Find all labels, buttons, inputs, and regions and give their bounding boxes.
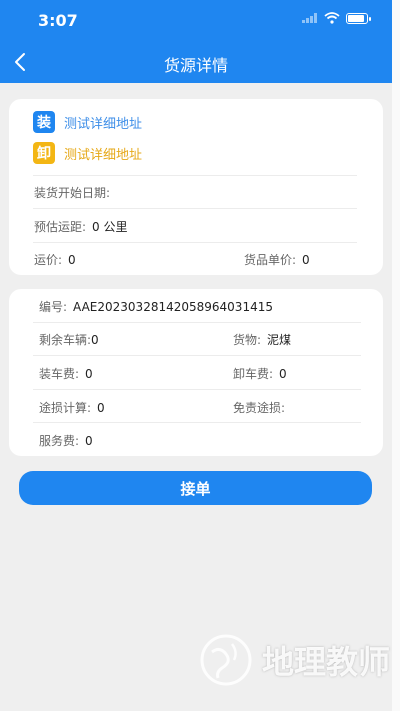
freight-field: 运价: 0 <box>34 251 76 268</box>
code-value: AAE20230328142058964031415 <box>73 300 273 314</box>
globe-logo-icon <box>200 634 252 686</box>
load-date-label: 装货开始日期: <box>34 186 111 200</box>
freight-label: 运价: <box>34 253 63 267</box>
load-address-row: 装 测试详细地址 <box>33 111 142 133</box>
divider <box>33 322 361 323</box>
loss-calc-label: 途损计算: <box>39 401 92 415</box>
goods-value: 泥煤 <box>267 333 292 347</box>
free-loss-label: 免责途损: <box>233 401 286 415</box>
remaining-value: 0 <box>91 333 99 347</box>
unloading-fee-label: 卸车费: <box>233 367 274 381</box>
goods-label: 货物: <box>233 333 262 347</box>
unloading-fee-value: 0 <box>279 367 287 381</box>
load-date-field: 装货开始日期: <box>34 184 116 201</box>
unit-price-field: 货品单价: 0 <box>244 251 310 268</box>
load-badge: 装 <box>33 111 55 133</box>
service-fee-label: 服务费: <box>39 434 80 448</box>
divider <box>33 355 361 356</box>
unit-price-label: 货品单价: <box>244 253 297 267</box>
route-card: 装 测试详细地址 卸 测试详细地址 装货开始日期: 预估运距: 0 公里 运价: 0… <box>9 99 383 275</box>
distance-value: 0 公里 <box>92 220 128 234</box>
service-fee-value: 0 <box>85 434 93 448</box>
battery-icon <box>346 12 371 24</box>
unload-address: 测试详细地址 <box>64 147 143 163</box>
app-header: 3:07 货源详情 <box>0 0 392 83</box>
service-fee-field: 服务费: 0 <box>39 432 93 449</box>
cargo-detail-card: 编号: AAE20230328142058964031415 剩余车辆:0 货物:… <box>9 289 383 456</box>
distance-field: 预估运距: 0 公里 <box>34 218 128 235</box>
divider <box>33 208 357 209</box>
status-icons <box>302 12 371 24</box>
unload-badge: 卸 <box>33 142 55 164</box>
right-edge-strip <box>392 0 400 711</box>
freight-value: 0 <box>68 253 76 267</box>
distance-label: 预估运距: <box>34 220 87 234</box>
loading-fee-label: 装车费: <box>39 367 80 381</box>
watermark: 地理教师 <box>198 632 390 688</box>
loading-fee-field: 装车费: 0 <box>39 365 93 382</box>
goods-field: 货物: 泥煤 <box>233 331 291 348</box>
divider <box>33 242 357 243</box>
unloading-fee-field: 卸车费: 0 <box>233 365 287 382</box>
unit-price-value: 0 <box>302 253 310 267</box>
status-time: 3:07 <box>38 11 78 30</box>
wifi-icon <box>324 12 340 24</box>
loss-calc-field: 途损计算: 0 <box>39 399 105 416</box>
loss-calc-value: 0 <box>97 401 105 415</box>
signal-icon <box>302 13 317 23</box>
free-loss-field: 免责途损: <box>233 399 291 416</box>
code-label: 编号: <box>39 300 68 314</box>
load-address: 测试详细地址 <box>64 116 143 132</box>
divider <box>33 175 357 176</box>
watermark-text: 地理教师 <box>262 643 391 681</box>
divider <box>33 422 361 423</box>
remaining-label: 剩余车辆: <box>39 333 92 347</box>
remaining-vehicles-field: 剩余车辆:0 <box>39 331 99 348</box>
unload-address-row: 卸 测试详细地址 <box>33 142 142 164</box>
page-title: 货源详情 <box>163 56 228 75</box>
code-field: 编号: AAE20230328142058964031415 <box>39 298 273 315</box>
accept-order-button[interactable]: 接单 <box>19 471 372 505</box>
divider <box>33 389 361 390</box>
loading-fee-value: 0 <box>85 367 93 381</box>
